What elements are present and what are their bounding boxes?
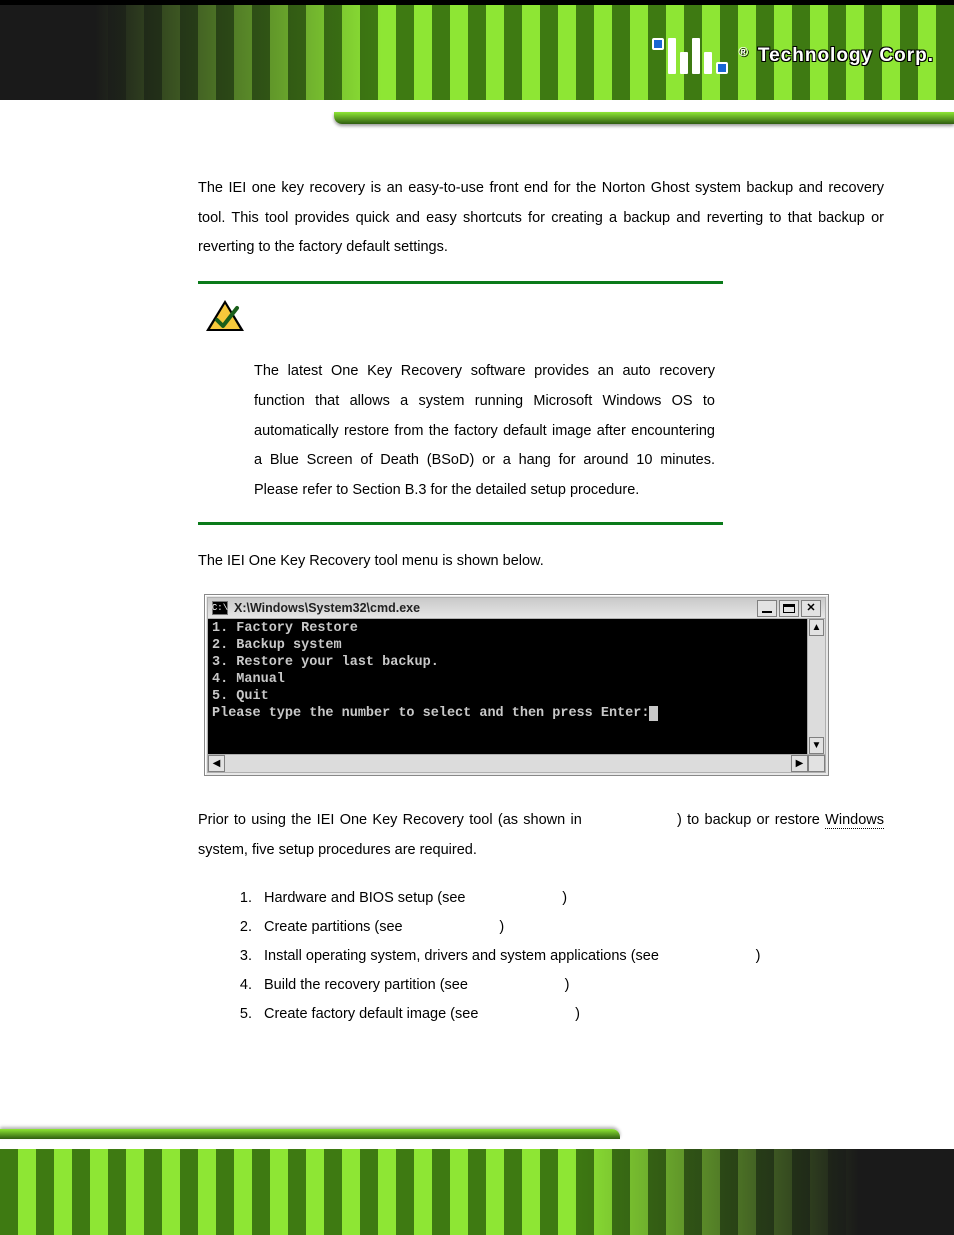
page-footer (0, 1147, 954, 1235)
step-2-gap (407, 919, 500, 935)
after-note-paragraph: The IEI One Key Recovery tool menu is sh… (198, 547, 884, 577)
header-divider (0, 104, 954, 110)
close-button[interactable] (801, 600, 821, 617)
step-4-gap (472, 977, 565, 993)
prior-post: system, five setup procedures are requir… (198, 842, 477, 858)
note-icon (204, 298, 723, 339)
step-5-pre: Create factory default image (see (264, 1006, 482, 1022)
step-3: Install operating system, drivers and sy… (256, 942, 884, 971)
brand-prefix: ® (738, 44, 748, 59)
step-1: Hardware and BIOS setup (see ) (256, 884, 884, 913)
note-box: The latest One Key Recovery software pro… (198, 281, 723, 525)
scroll-right-button[interactable]: ▶ (791, 755, 808, 772)
iei-logo-icon (652, 38, 728, 74)
step-5: Create factory default image (see ) (256, 1000, 884, 1029)
footer-accent (0, 1129, 620, 1139)
prior-mid: ) to backup or restore (677, 812, 825, 828)
cmd-figure: C:\ X:\Windows\System32\cmd.exe 1. Facto… (198, 594, 884, 776)
cmd-line-4: 4. Manual (212, 672, 285, 687)
maximize-button[interactable] (779, 600, 799, 617)
cmd-cursor (649, 706, 657, 721)
cmd-line-5: 5. Quit (212, 689, 269, 704)
cmd-titlebar: C:\ X:\Windows\System32\cmd.exe (207, 597, 826, 619)
intro-paragraph: The IEI one key recovery is an easy-to-u… (198, 174, 884, 263)
step-4-post: ) (565, 977, 570, 993)
cmd-title: X:\Windows\System32\cmd.exe (234, 601, 757, 615)
minimize-button[interactable] (757, 600, 777, 617)
step-1-post: ) (562, 890, 567, 906)
step-1-pre: Hardware and BIOS setup (see (264, 890, 470, 906)
setup-steps-list: Hardware and BIOS setup (see ) Create pa… (256, 884, 884, 1029)
cmd-icon: C:\ (212, 601, 228, 615)
scroll-up-button[interactable]: ▲ (809, 619, 824, 636)
prior-windows: Windows (825, 812, 884, 829)
step-5-post: ) (575, 1006, 580, 1022)
brand-logo: ® Technology Corp. (652, 38, 934, 74)
note-text: The latest One Key Recovery software pro… (254, 357, 715, 506)
step-2-pre: Create partitions (see (264, 919, 407, 935)
step-4-pre: Build the recovery partition (see (264, 977, 472, 993)
vertical-scrollbar[interactable]: ▲ ▼ (807, 619, 825, 754)
scroll-left-button[interactable]: ◀ (208, 755, 225, 772)
header-accent (334, 112, 954, 124)
prior-paragraph: Prior to using the IEI One Key Recovery … (198, 806, 884, 865)
cmd-window: C:\ X:\Windows\System32\cmd.exe 1. Facto… (204, 594, 829, 776)
cmd-line-3: 3. Restore your last backup. (212, 655, 439, 670)
prior-pre: Prior to using the IEI One Key Recovery … (198, 812, 587, 828)
horizontal-scrollbar[interactable]: ◀ ▶ (207, 755, 826, 773)
cmd-line-1: 1. Factory Restore (212, 621, 358, 636)
cmd-line-6: Please type the number to select and the… (212, 706, 649, 721)
hscroll-track[interactable] (225, 755, 791, 772)
resize-grip[interactable] (808, 755, 825, 772)
step-3-post: ) (756, 948, 761, 964)
step-4: Build the recovery partition (see ) (256, 971, 884, 1000)
prior-ref-gap (587, 812, 677, 828)
cmd-body: 1. Factory Restore 2. Backup system 3. R… (208, 619, 807, 754)
step-3-gap (663, 948, 756, 964)
scroll-down-button[interactable]: ▼ (809, 737, 824, 754)
step-3-pre: Install operating system, drivers and sy… (264, 948, 663, 964)
cmd-line-2: 2. Backup system (212, 638, 342, 653)
step-5-gap (482, 1006, 575, 1022)
step-2: Create partitions (see ) (256, 913, 884, 942)
brand-label: Technology Corp. (758, 45, 934, 67)
step-1-gap (470, 890, 563, 906)
page-header: ® Technology Corp. (0, 0, 954, 102)
step-2-post: ) (499, 919, 504, 935)
page-content: The IEI one key recovery is an easy-to-u… (198, 174, 884, 1029)
